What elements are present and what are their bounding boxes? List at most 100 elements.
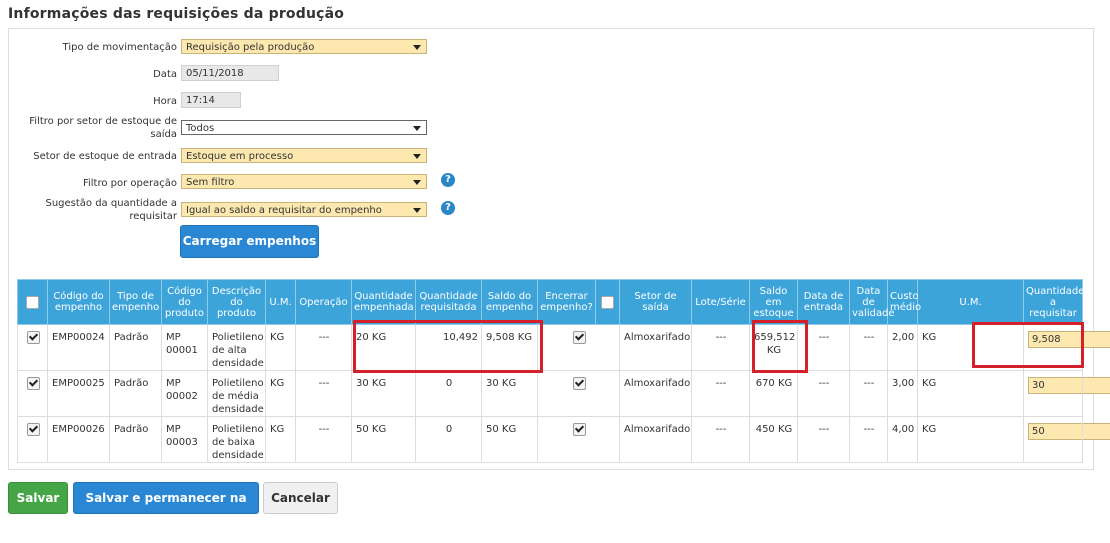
row-checkbox[interactable] <box>26 331 40 344</box>
encerrar-checkbox[interactable] <box>572 331 586 344</box>
custo-cell: 3,00 <box>887 370 918 417</box>
header-cell: Lote/Série <box>691 279 750 325</box>
um-cell: KG <box>265 370 296 417</box>
produto-cell: MP 00001 <box>161 324 208 371</box>
filtro-setor-select[interactable]: Todos <box>181 120 427 135</box>
encerrar-checkbox[interactable] <box>572 423 586 436</box>
codigo-cell: EMP00025 <box>47 370 110 417</box>
qtd-empenhada-cell: 20 KG <box>351 324 416 371</box>
qtd-requisitar-cell: 9,508 <box>1023 324 1110 371</box>
requisition-panel: Tipo de movimentação Requisição pela pro… <box>8 28 1110 470</box>
select-all-encerrar-header[interactable] <box>595 279 620 325</box>
encerrar-checkbox[interactable] <box>572 377 586 390</box>
hora-label: Hora <box>153 96 177 107</box>
help-icon[interactable]: ? <box>441 173 455 187</box>
save-and-stay-button[interactable]: Salvar e permanecer na tela <box>73 482 259 535</box>
setor-entrada-select[interactable]: Estoque em processo <box>181 148 427 163</box>
header-cell: Data de validade <box>849 279 895 325</box>
um2-cell: KG <box>917 324 1024 371</box>
filtro-operacao-select[interactable]: Sem filtro <box>181 174 427 189</box>
qtd-requisitar-cell: 50 <box>1023 416 1110 463</box>
custo-cell: 4,00 <box>887 416 918 463</box>
setor-entrada-select-value: Estoque em processo <box>186 151 294 162</box>
data-validade-cell: --- <box>849 416 888 463</box>
row-select-cell[interactable] <box>17 370 48 417</box>
help-icon[interactable]: ? <box>441 201 455 215</box>
sugestao-label: Sugestão da quantidade a requisitar <box>45 198 177 222</box>
header-cell: Descrição do produto <box>207 279 266 325</box>
qtd-requisitar-cell: 30 <box>1023 370 1110 417</box>
select-all-checkbox[interactable] <box>26 295 39 309</box>
produto-cell: MP 00003 <box>161 416 208 463</box>
header-cell: Tipo de empenho <box>109 279 162 325</box>
row-select-cell[interactable] <box>17 324 48 371</box>
sugestao-select-value: Igual ao saldo a requisitar do empenho <box>186 205 382 216</box>
table-row: EMP00024 Padrão MP 00001 Polietileno de … <box>17 324 1110 371</box>
header-cell: Quantidade empenhada <box>351 279 416 325</box>
load-commitments-button[interactable]: Carregar empenhos <box>180 225 319 258</box>
chevron-down-icon <box>413 154 421 159</box>
produto-cell: MP 00002 <box>161 370 208 417</box>
data-validade-cell: --- <box>849 324 888 371</box>
codigo-cell: EMP00024 <box>47 324 110 371</box>
chevron-down-icon <box>413 208 421 213</box>
header-cell: Quantidade a requisitar <box>1023 279 1084 325</box>
tipo-label: Tipo de movimentação <box>62 42 177 53</box>
chevron-down-icon <box>413 126 421 131</box>
sugestao-select[interactable]: Igual ao saldo a requisitar do empenho <box>181 202 427 217</box>
encerrar-cell[interactable] <box>537 324 620 371</box>
tipo-cell: Padrão <box>109 416 162 463</box>
header-cell: Quantidade requisitada <box>415 279 482 325</box>
um-cell: KG <box>265 324 296 371</box>
select-all-encerrar-checkbox[interactable] <box>601 295 614 309</box>
descricao-cell: Polietileno de alta densidade <box>207 324 266 371</box>
tipo-select-value: Requisição pela produção <box>186 42 315 53</box>
header-cell: Data de entrada <box>797 279 850 325</box>
header-cell: Código do produto <box>161 279 208 325</box>
row-checkbox[interactable] <box>26 377 40 390</box>
tipo-cell: Padrão <box>109 324 162 371</box>
header-cell: U.M. <box>265 279 296 325</box>
qtd-requisitada-cell: 0 <box>415 416 482 463</box>
operacao-cell: --- <box>295 370 352 417</box>
header-cell: U.M. <box>917 279 1024 325</box>
row-checkbox[interactable] <box>26 423 40 436</box>
page-title: Informações das requisições da produção <box>8 6 345 22</box>
operacao-cell: --- <box>295 324 352 371</box>
cancel-button[interactable]: Cancelar <box>263 482 338 514</box>
filtro-operacao-select-value: Sem filtro <box>186 177 235 188</box>
custo-cell: 2,00 <box>887 324 918 371</box>
setor-saida-cell: Almoxarifado <box>619 370 692 417</box>
qtd-empenhada-cell: 30 KG <box>351 370 416 417</box>
encerrar-cell[interactable] <box>537 370 620 417</box>
descricao-cell: Polietileno de média densidade <box>207 370 266 417</box>
um2-cell: KG <box>917 416 1024 463</box>
hora-field: 17:14 <box>181 92 241 108</box>
row-select-cell[interactable] <box>17 416 48 463</box>
header-cell: Encerrar empenho? <box>537 279 596 325</box>
saldo-estoque-cell: 670 KG <box>749 370 798 417</box>
qtd-requisitar-input[interactable]: 30 <box>1028 377 1110 394</box>
saldo-empenho-cell: 9,508 KG <box>481 324 538 371</box>
save-button[interactable]: Salvar <box>8 482 68 514</box>
header-cell: Saldo em estoque <box>749 279 798 325</box>
data-entrada-cell: --- <box>797 416 850 463</box>
data-label: Data <box>153 69 177 80</box>
header-cell: Código do empenho <box>47 279 110 325</box>
descricao-cell: Polietileno de baixa densidade <box>207 416 266 463</box>
data-validade-cell: --- <box>849 370 888 417</box>
header-cell: Operação <box>295 279 352 325</box>
qtd-requisitar-input[interactable]: 50 <box>1028 423 1110 440</box>
qtd-requisitada-cell: 0 <box>415 370 482 417</box>
saldo-estoque-cell: 659,512 KG <box>749 324 798 371</box>
header-cell: Saldo do empenho <box>481 279 538 325</box>
tipo-select[interactable]: Requisição pela produção <box>181 39 427 54</box>
um-cell: KG <box>265 416 296 463</box>
qtd-requisitada-cell: 10,492 <box>415 324 482 371</box>
operacao-cell: --- <box>295 416 352 463</box>
encerrar-cell[interactable] <box>537 416 620 463</box>
setor-saida-cell: Almoxarifado <box>619 324 692 371</box>
qtd-requisitar-input[interactable]: 9,508 <box>1028 331 1110 348</box>
select-all-header[interactable] <box>17 279 48 325</box>
filtro-operacao-label: Filtro por operação <box>82 178 177 189</box>
